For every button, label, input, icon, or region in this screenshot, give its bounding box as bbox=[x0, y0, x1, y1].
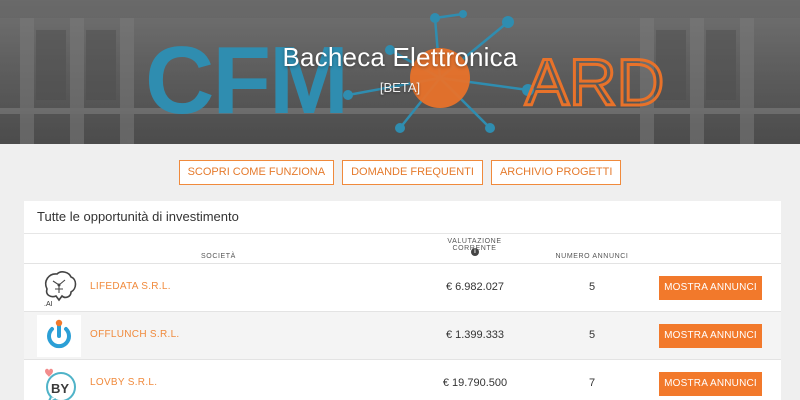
table-row: .AI LIFEDATA S.R.L. € 6.982.027 5 MOSTRA… bbox=[24, 264, 781, 312]
company-name[interactable]: OFFLUNCH S.R.L. bbox=[90, 329, 180, 340]
power-icon bbox=[37, 315, 81, 357]
valuation-value: € 19.790.500 bbox=[442, 377, 508, 389]
table-row: OFFLUNCH S.R.L. € 1.399.333 5 MOSTRA ANN… bbox=[24, 312, 781, 360]
company-name[interactable]: LIFEDATA S.R.L. bbox=[90, 281, 171, 292]
project-archive-button[interactable]: ARCHIVIO PROGETTI bbox=[490, 160, 622, 185]
hero-banner: CFM ARD Bacheca Elettronica [BETA] bbox=[0, 0, 800, 144]
how-it-works-button[interactable]: SCOPRI COME FUNZIONA bbox=[178, 160, 335, 185]
svg-text:.AI: .AI bbox=[44, 301, 53, 308]
table-header: SOCIETÀ VALUTAZIONE CORRENTE NUMERO ANNU… bbox=[24, 233, 781, 264]
nav-buttons: SCOPRI COME FUNZIONA DOMANDE FREQUENTI A… bbox=[0, 160, 800, 185]
valuation-value: € 1.399.333 bbox=[445, 329, 505, 341]
company-name[interactable]: LOVBY S.R.L. bbox=[90, 377, 157, 388]
show-announcements-button[interactable]: MOSTRA ANNUNCI bbox=[659, 276, 762, 300]
faq-button[interactable]: DOMANDE FREQUENTI bbox=[342, 160, 483, 185]
header-count: NUMERO ANNUNCI bbox=[555, 253, 629, 260]
svg-text:BY: BY bbox=[51, 381, 69, 396]
page-title: Bacheca Elettronica bbox=[282, 42, 518, 72]
show-announcements-button[interactable]: MOSTRA ANNUNCI bbox=[659, 372, 762, 396]
beta-label: [BETA] bbox=[379, 80, 421, 95]
announcement-count: 7 bbox=[588, 377, 596, 389]
investment-opportunities-card: Tutte le opportunità di investimento SOC… bbox=[24, 201, 781, 400]
card-title: Tutte le opportunità di investimento bbox=[37, 209, 239, 224]
brain-ai-icon: .AI bbox=[37, 267, 81, 309]
header-company: SOCIETÀ bbox=[201, 253, 236, 260]
announcement-count: 5 bbox=[588, 281, 596, 293]
info-icon[interactable]: i bbox=[471, 248, 479, 256]
by-speech-bubble-icon: BY bbox=[37, 363, 81, 400]
show-announcements-button[interactable]: MOSTRA ANNUNCI bbox=[659, 324, 762, 348]
announcement-count: 5 bbox=[588, 329, 596, 341]
valuation-value: € 6.982.027 bbox=[445, 281, 505, 293]
table-row: BY LOVBY S.R.L. € 19.790.500 7 MOSTRA AN… bbox=[24, 360, 781, 400]
